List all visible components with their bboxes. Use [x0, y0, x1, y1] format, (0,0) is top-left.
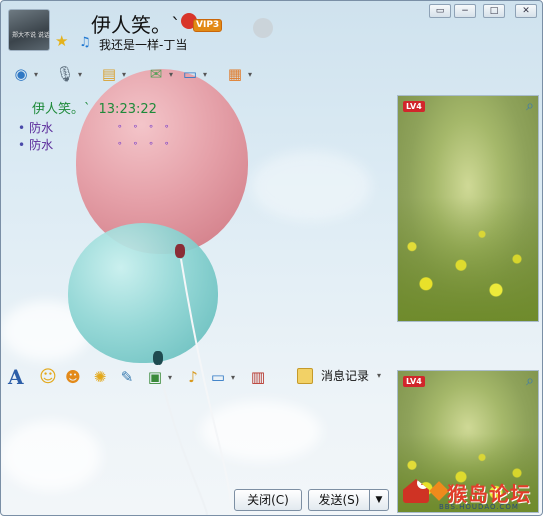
- video-call-button[interactable]: ◉ ▾: [9, 61, 38, 87]
- status-ghost-icon: [253, 18, 273, 38]
- chevron-down-icon[interactable]: ▾: [169, 70, 173, 79]
- apps-button[interactable]: ▦ ▾: [223, 61, 252, 87]
- video-frame: [398, 197, 538, 321]
- minimize-button[interactable]: −: [454, 4, 476, 18]
- font-icon: A: [8, 365, 24, 389]
- camera-icon: ◉: [14, 65, 28, 83]
- chevron-down-icon[interactable]: ▾: [78, 70, 82, 79]
- music-icon: ♪: [188, 368, 198, 386]
- send-file-button[interactable]: ▤ ▾: [97, 61, 126, 87]
- send-button[interactable]: 发送(S): [308, 489, 370, 511]
- message-history-button[interactable]: 消息记录 ▾: [297, 367, 381, 384]
- bullet-icon: •: [18, 138, 26, 152]
- message-text: 防水: [29, 138, 54, 152]
- avatar-caption: 郑大不说 说话: [12, 32, 50, 39]
- star-icon[interactable]: ★: [55, 34, 68, 49]
- microphone-icon: 🎙: [55, 65, 75, 83]
- house-icon: 9: [403, 479, 429, 503]
- message-text: 防水: [29, 121, 54, 135]
- magic-emoticon-button[interactable]: ☻: [61, 365, 85, 389]
- voice-call-button[interactable]: 🎙 ▾: [53, 61, 82, 87]
- diamond-icon: [429, 481, 449, 501]
- remote-video-panel[interactable]: LV4 ⌕: [397, 95, 539, 322]
- chevron-down-icon[interactable]: ▾: [168, 373, 172, 382]
- shake-window-button[interactable]: ✺: [88, 365, 112, 389]
- remote-desktop-button[interactable]: ▭ ▾: [178, 61, 207, 87]
- chevron-down-icon[interactable]: ▾: [248, 70, 252, 79]
- pencil-icon: ✎: [120, 368, 134, 386]
- contact-name: 伊人笑。`: [91, 13, 181, 37]
- screenshot-button[interactable]: ▭ ▾: [206, 365, 235, 389]
- message-time: 13:23:22: [98, 102, 157, 117]
- magic-face-icon: ☻: [65, 368, 81, 386]
- watermark-url: BBS.HOUDAO.COM: [439, 503, 519, 511]
- vip-level-label: VIP3: [193, 19, 223, 32]
- emoticon-dots: ∘∘∘∘: [117, 139, 180, 149]
- avatar[interactable]: 郑大不说 说话: [8, 9, 50, 51]
- restore-button[interactable]: ▭: [429, 4, 451, 18]
- send-image-button[interactable]: ▣ ▾: [143, 365, 172, 389]
- chat-window: 郑大不说 说话 伊人笑。` VIP3 ★ ♫ 我还是一样-丁当 ▭ − □ ✕ …: [0, 0, 543, 516]
- folder-icon: ▤: [101, 65, 117, 83]
- chevron-down-icon[interactable]: ▾: [377, 371, 381, 380]
- emoticon-button[interactable]: ☺: [36, 365, 60, 389]
- shake-face-icon: ✺: [93, 368, 107, 386]
- chevron-down-icon[interactable]: ▾: [34, 70, 38, 79]
- bullet-icon: •: [18, 121, 26, 135]
- zoom-icon[interactable]: ⌕: [526, 98, 534, 114]
- chevron-down-icon[interactable]: ▾: [122, 70, 126, 79]
- vip-badge[interactable]: VIP3: [181, 11, 223, 33]
- contact-signature: 我还是一样-丁当: [99, 38, 188, 52]
- chat-bubble-add-icon: ✉: [149, 65, 163, 83]
- scribble-button[interactable]: ✎: [115, 365, 139, 389]
- history-icon: [297, 367, 313, 384]
- gift-icon: ▥: [250, 368, 266, 386]
- level-badge: LV4: [403, 376, 425, 387]
- level-badge: LV4: [403, 101, 425, 112]
- maximize-button[interactable]: □: [483, 4, 505, 18]
- message-line: • 防水: [18, 136, 53, 153]
- smiley-icon: ☺: [39, 367, 57, 387]
- monitor-icon: ▭: [182, 65, 198, 83]
- font-button[interactable]: A: [8, 365, 24, 389]
- screen-capture-icon: ▭: [210, 368, 226, 386]
- close-window-button[interactable]: ✕: [515, 4, 537, 18]
- message-line: • 防水: [18, 119, 53, 136]
- history-label: 消息记录: [321, 369, 370, 383]
- emoticon-dots: ∘∘∘∘: [117, 122, 180, 132]
- watermark-logo: 9 猴岛论坛 BBS.HOUDAO.COM: [403, 477, 541, 513]
- group-chat-button[interactable]: ✉ ▾: [144, 61, 173, 87]
- message-header: 伊人笑。` 13:23:22: [32, 98, 157, 117]
- music-note-icon[interactable]: ♫: [79, 35, 91, 50]
- watermark-badge: 9: [417, 479, 429, 489]
- music-button[interactable]: ♪: [181, 365, 205, 389]
- gift-button[interactable]: ▥: [246, 365, 270, 389]
- message-sender: 伊人笑。`: [32, 102, 91, 117]
- apps-grid-icon: ▦: [227, 65, 243, 83]
- chevron-down-icon[interactable]: ▾: [203, 70, 207, 79]
- zoom-icon[interactable]: ⌕: [526, 373, 534, 389]
- send-options-button[interactable]: ▼: [369, 489, 389, 511]
- chevron-down-icon[interactable]: ▾: [231, 373, 235, 382]
- image-icon: ▣: [147, 368, 163, 386]
- close-button[interactable]: 关闭(C): [234, 489, 302, 511]
